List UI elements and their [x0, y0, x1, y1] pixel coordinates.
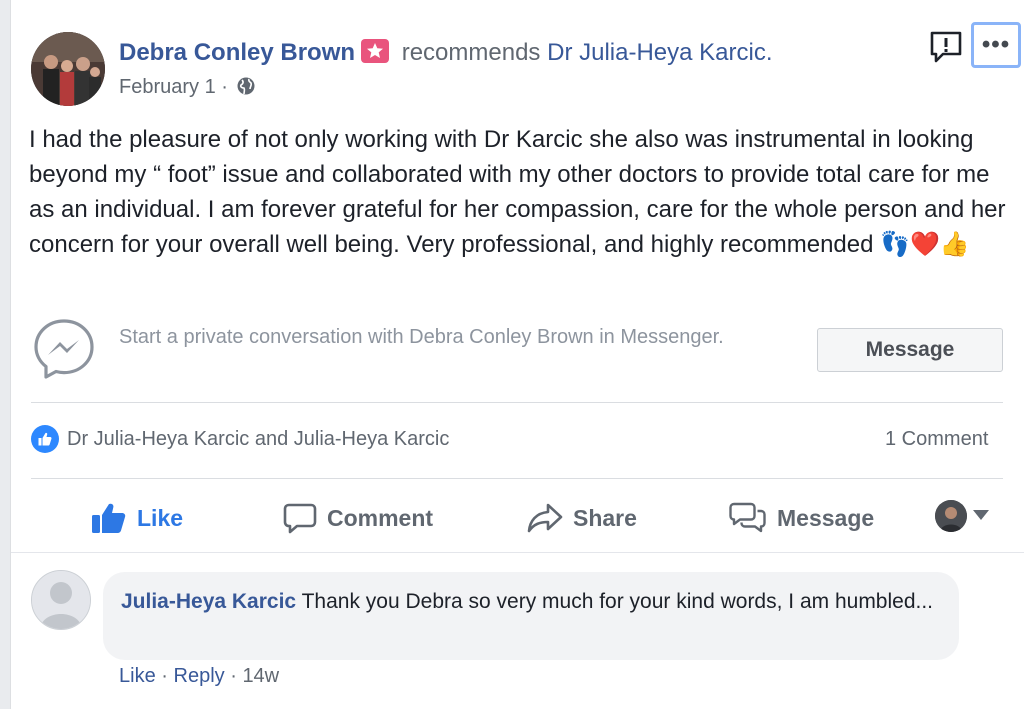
comment-count[interactable]: 1 Comment [885, 424, 988, 454]
comment-author[interactable]: Julia-Heya Karcic [121, 590, 296, 613]
report-icon[interactable] [929, 30, 963, 64]
share-label: Share [573, 504, 637, 531]
post-emojis: 👣❤️👍 [880, 230, 970, 258]
post-meta: February 1 · [119, 74, 256, 103]
share-icon [527, 503, 563, 533]
more-options-button[interactable]: ••• [971, 22, 1021, 68]
chevron-down-icon[interactable] [973, 510, 989, 520]
globe-icon[interactable] [236, 76, 256, 103]
share-button[interactable]: Share [527, 496, 637, 540]
more-options-icon: ••• [981, 31, 1011, 58]
like-reaction-icon [31, 425, 59, 453]
recommends-verb: recommends [401, 39, 541, 66]
comment-timestamp[interactable]: 14w [242, 665, 279, 687]
messenger-icon [31, 316, 97, 382]
post-body: I had the pleasure of not only working w… [29, 122, 1019, 262]
comment-label: Comment [327, 504, 434, 531]
comment-bubble: Julia-Heya Karcic Thank you Debra so ver… [103, 572, 959, 660]
comment-text: Thank you Debra so very much for your ki… [301, 590, 934, 613]
comment-button[interactable]: Comment [283, 496, 433, 540]
separator: · [161, 665, 168, 687]
message-action-button[interactable]: Message [729, 496, 874, 540]
post-headline: Debra Conley Brown recommends Dr Julia-H… [119, 38, 773, 68]
separator: · [230, 665, 237, 687]
reaction-names[interactable]: Dr Julia-Heya Karcic and Julia-Heya Karc… [67, 424, 449, 454]
message-action-label: Message [777, 504, 875, 531]
comment-actions: Like · Reply · 14w [119, 662, 279, 690]
message-button[interactable]: Message [817, 328, 1003, 372]
divider [31, 478, 1003, 479]
thumbs-up-icon [92, 503, 126, 533]
recommendation-star-icon [361, 39, 390, 63]
author-avatar[interactable] [31, 32, 105, 106]
comment-icon [283, 503, 317, 534]
divider [11, 552, 1024, 553]
like-button[interactable]: Like [91, 496, 183, 540]
author-name[interactable]: Debra Conley Brown [119, 39, 355, 66]
comment-reply-link[interactable]: Reply [174, 665, 225, 687]
recommended-page-link[interactable]: Dr Julia-Heya Karcic. [547, 39, 772, 66]
post-date[interactable]: February 1 · [119, 76, 228, 98]
post-as-avatar[interactable] [935, 500, 967, 532]
comment-like-link[interactable]: Like [119, 665, 156, 687]
post-card: Debra Conley Brown recommends Dr Julia-H… [10, 0, 1024, 709]
reactions-summary[interactable]: Dr Julia-Heya Karcic and Julia-Heya Karc… [31, 424, 449, 454]
message-icon [729, 502, 766, 533]
post-body-text: I had the pleasure of not only working w… [29, 126, 1006, 258]
commenter-avatar[interactable] [31, 570, 91, 630]
divider [31, 402, 1003, 403]
like-label: Like [137, 504, 184, 531]
messenger-prompt: Start a private conversation with Debra … [119, 326, 724, 348]
